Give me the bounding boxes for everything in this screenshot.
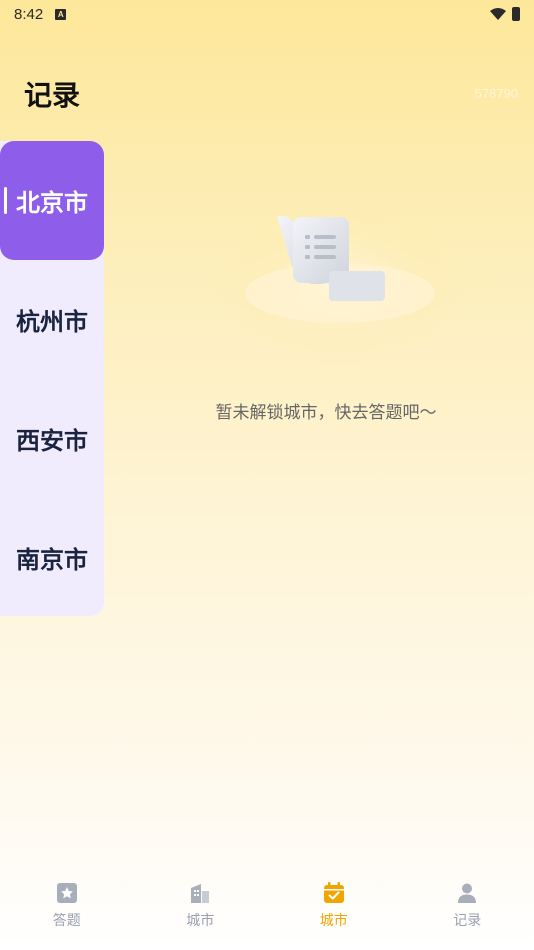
calendar-check-icon	[323, 882, 344, 903]
tab-label: 城市	[319, 913, 348, 929]
status-bar: 8:42 A	[0, 0, 534, 28]
status-right	[490, 7, 520, 21]
tab-label: 城市	[186, 913, 215, 929]
sidebar-item-nanjing[interactable]: 南京市	[0, 498, 104, 617]
sidebar-item-label: 南京市	[16, 546, 88, 574]
tab-answer[interactable]: 答题	[0, 872, 134, 950]
sidebar-item-beijing[interactable]: 北京市	[0, 141, 104, 260]
person-icon	[458, 883, 477, 903]
star-card-icon	[56, 883, 77, 903]
header-faint-text: 578790	[474, 86, 518, 101]
empty-state-message: 暂未解锁城市，快去答题吧～	[215, 403, 437, 423]
sidebar-item-hangzhou[interactable]: 杭州市	[0, 260, 104, 379]
sidebar-item-label: 西安市	[16, 427, 88, 455]
battery-icon	[512, 7, 520, 21]
tab-label: 答题	[52, 913, 81, 929]
sidebar-item-xian[interactable]: 西安市	[0, 379, 104, 498]
city-sidebar: 北京市 杭州市 西安市 南京市	[0, 141, 104, 616]
bottom-tab-bar: 答题 城市 城市 记录	[0, 872, 534, 950]
empty-state-illustration	[220, 205, 460, 365]
tab-city[interactable]: 城市	[134, 872, 268, 950]
wifi-icon	[490, 8, 506, 20]
building-icon	[191, 884, 210, 903]
status-left: 8:42 A	[14, 5, 67, 23]
tab-city-active[interactable]: 城市	[267, 872, 401, 950]
tab-record[interactable]: 记录	[401, 872, 534, 950]
status-time: 8:42	[14, 5, 44, 23]
notification-icon: A	[55, 8, 67, 20]
tab-label: 记录	[453, 913, 482, 929]
page-title: 记录	[24, 79, 81, 112]
sidebar-item-label: 杭州市	[16, 308, 88, 336]
sidebar-item-label: 北京市	[16, 189, 88, 217]
